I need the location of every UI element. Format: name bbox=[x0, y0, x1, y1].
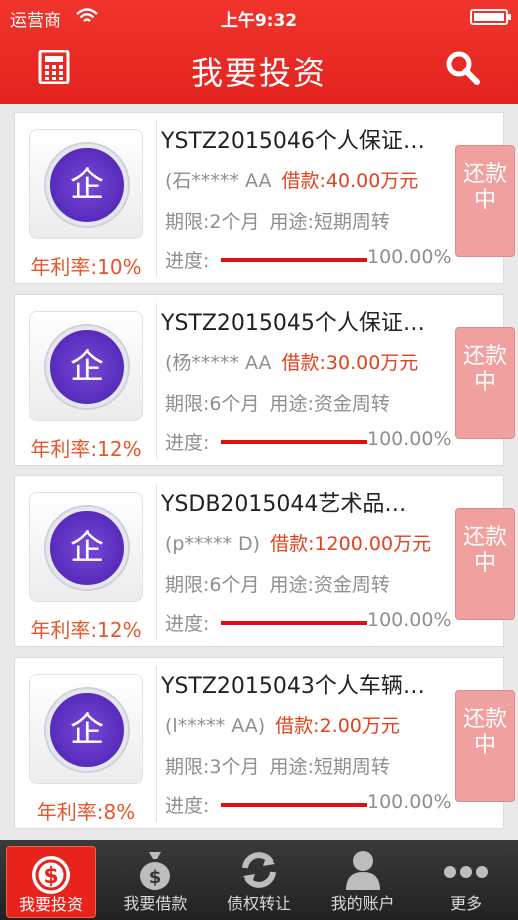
tab-bar: $ 我要投资 $ 我要借款 债权转让 我的账户 更多 bbox=[0, 840, 518, 920]
loan-logo: 企 bbox=[29, 129, 143, 239]
money-bag-icon: $ bbox=[140, 852, 171, 890]
loan-amount: 借款:2.00万元 bbox=[275, 715, 400, 737]
progress-label: 进度: bbox=[165, 795, 210, 817]
status-time: 上午9:32 bbox=[220, 11, 298, 31]
status-badge: 还款中 bbox=[455, 508, 515, 620]
divider bbox=[156, 666, 157, 822]
loan-logo: 企 bbox=[29, 674, 143, 784]
progress-fill bbox=[221, 803, 367, 807]
tab-invest[interactable]: $ 我要投资 bbox=[6, 846, 96, 918]
loan-card[interactable]: 企 年利率:12% YSDB2015044艺术品… (p***** D) 借款:1… bbox=[14, 475, 515, 647]
loan-title: YSTZ2015045个人保证… bbox=[161, 311, 425, 336]
loan-term: 期限:6个月 bbox=[165, 574, 260, 596]
enterprise-icon: 企 bbox=[46, 507, 128, 589]
loan-card[interactable]: 企 年利率:12% YSTZ2015045个人保证… (杨***** AA 借款:… bbox=[14, 294, 515, 466]
loan-term-row: 期限:6个月 用途:资金周转 bbox=[165, 389, 390, 416]
loan-amount: 借款:1200.00万元 bbox=[270, 533, 432, 555]
loan-logo: 企 bbox=[29, 311, 143, 421]
progress-bar bbox=[221, 440, 367, 444]
progress-percent: 100.00% bbox=[367, 428, 452, 450]
enterprise-icon: 企 bbox=[46, 689, 128, 771]
loan-purpose: 用途:短期周转 bbox=[269, 211, 390, 233]
loan-term: 期限:2个月 bbox=[165, 211, 260, 233]
nav-bar: 我要投资 bbox=[0, 34, 518, 104]
tab-label: 我要投资 bbox=[18, 895, 83, 914]
loan-term: 期限:3个月 bbox=[165, 756, 260, 778]
loan-purpose: 用途:短期周转 bbox=[269, 756, 390, 778]
page-title: 我要投资 bbox=[190, 54, 327, 92]
status-badge: 还款中 bbox=[455, 690, 515, 802]
status-badge: 还款中 bbox=[455, 327, 515, 439]
svg-text:$: $ bbox=[149, 867, 162, 888]
progress-label: 进度: bbox=[165, 250, 210, 272]
progress-percent: 100.00% bbox=[367, 246, 452, 268]
svg-text:$: $ bbox=[43, 864, 58, 889]
tab-label: 我的账户 bbox=[330, 894, 395, 913]
loan-purpose: 用途:资金周转 bbox=[269, 574, 390, 596]
loan-title: YSTZ2015043个人车辆… bbox=[161, 674, 425, 699]
annual-rate: 年利率:8% bbox=[36, 800, 136, 824]
divider bbox=[156, 484, 157, 640]
progress-fill bbox=[221, 258, 367, 262]
loan-amount: 借款:40.00万元 bbox=[281, 170, 419, 192]
more-dots-icon bbox=[444, 866, 489, 878]
tab-label: 债权转让 bbox=[226, 894, 291, 913]
divider bbox=[156, 303, 157, 459]
progress-label: 进度: bbox=[165, 613, 210, 635]
loan-card[interactable]: 企 年利率:8% YSTZ2015043个人车辆… (l***** AA) 借款:… bbox=[14, 657, 515, 829]
tab-borrow[interactable]: $ 我要借款 bbox=[104, 840, 208, 920]
tab-account[interactable]: 我的账户 bbox=[311, 840, 415, 920]
borrower-name: (杨***** AA bbox=[165, 352, 272, 374]
loan-purpose: 用途:资金周转 bbox=[269, 393, 390, 415]
progress-percent: 100.00% bbox=[367, 609, 452, 631]
header: 运营商 上午9:32 我要投资 bbox=[0, 0, 518, 104]
tab-transfer[interactable]: 债权转让 bbox=[207, 840, 311, 920]
enterprise-icon: 企 bbox=[46, 326, 128, 408]
user-icon bbox=[345, 851, 380, 890]
search-icon[interactable] bbox=[445, 50, 481, 86]
annual-rate: 年利率:12% bbox=[30, 618, 142, 642]
loan-logo: 企 bbox=[29, 492, 143, 602]
progress-bar bbox=[221, 621, 367, 625]
progress-fill bbox=[221, 621, 367, 625]
loan-list[interactable]: 企 年利率:10% YSTZ2015046个人保证… (石***** AA 借款:… bbox=[0, 104, 518, 840]
tab-label: 我要借款 bbox=[123, 894, 188, 913]
progress-fill bbox=[221, 440, 367, 444]
refresh-arrows-icon bbox=[241, 852, 276, 888]
loan-term-row: 期限:2个月 用途:短期周转 bbox=[165, 207, 390, 234]
status-badge: 还款中 bbox=[455, 145, 515, 257]
loan-borrower-row: (p***** D) 借款:1200.00万元 bbox=[165, 529, 431, 556]
borrower-name: (l***** AA) bbox=[165, 715, 266, 737]
annual-rate: 年利率:12% bbox=[30, 437, 142, 461]
progress-label: 进度: bbox=[165, 432, 210, 454]
borrower-name: (石***** AA bbox=[165, 170, 272, 192]
loan-title: YSDB2015044艺术品… bbox=[161, 492, 407, 517]
enterprise-icon: 企 bbox=[46, 144, 128, 226]
progress-bar bbox=[221, 803, 367, 807]
loan-borrower-row: (石***** AA 借款:40.00万元 bbox=[165, 166, 418, 193]
loan-term-row: 期限:3个月 用途:短期周转 bbox=[165, 752, 390, 779]
loan-borrower-row: (l***** AA) 借款:2.00万元 bbox=[165, 711, 400, 738]
loan-amount: 借款:30.00万元 bbox=[281, 352, 419, 374]
borrower-name: (p***** D) bbox=[165, 533, 261, 555]
loan-card[interactable]: 企 年利率:10% YSTZ2015046个人保证… (石***** AA 借款:… bbox=[14, 112, 515, 284]
battery-icon bbox=[470, 9, 511, 25]
divider bbox=[156, 121, 157, 277]
progress-bar bbox=[221, 258, 367, 262]
loan-title: YSTZ2015046个人保证… bbox=[161, 129, 425, 154]
tab-label: 更多 bbox=[450, 894, 483, 913]
tab-more[interactable]: 更多 bbox=[414, 840, 518, 920]
loan-borrower-row: (杨***** AA 借款:30.00万元 bbox=[165, 348, 418, 375]
annual-rate: 年利率:10% bbox=[30, 255, 142, 279]
progress-percent: 100.00% bbox=[367, 791, 452, 813]
loan-term-row: 期限:6个月 用途:资金周转 bbox=[165, 570, 390, 597]
loan-term: 期限:6个月 bbox=[165, 393, 260, 415]
status-bar: 运营商 上午9:32 bbox=[0, 0, 518, 34]
